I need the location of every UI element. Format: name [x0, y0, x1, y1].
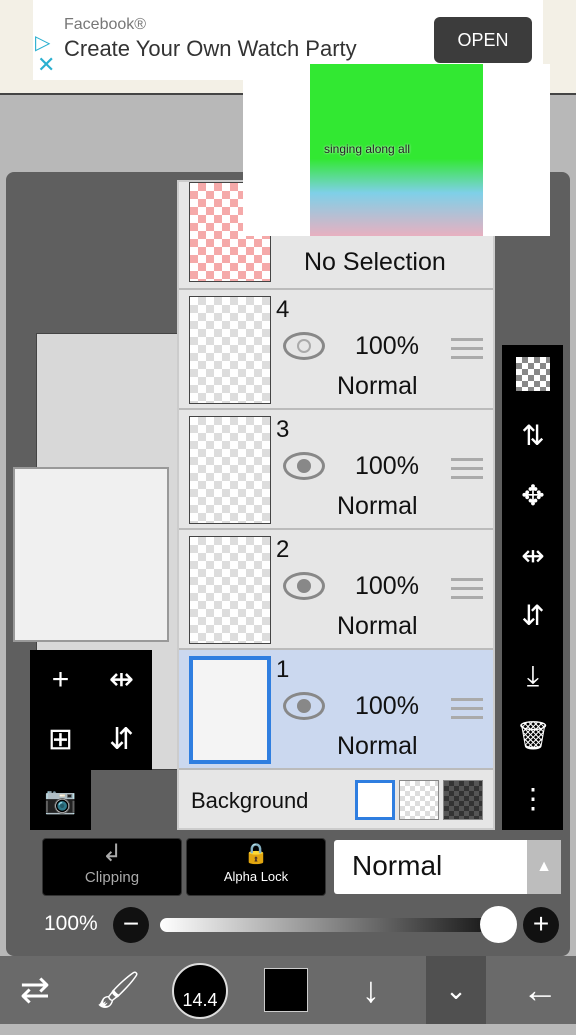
layer-thumbnail — [189, 536, 271, 644]
opacity-increase-button[interactable]: + — [523, 907, 559, 943]
layer-row-1[interactable]: 1 100% Normal — [179, 650, 493, 770]
layer-number: 1 — [276, 656, 290, 683]
dropdown-arrow-icon[interactable]: ▲ — [527, 840, 561, 894]
down-arrow-icon[interactable]: ↓ — [336, 956, 406, 1024]
background-white-swatch[interactable] — [355, 780, 395, 820]
flip-layer-vertical-icon[interactable]: ⇵ — [91, 710, 152, 770]
blend-mode-value: Normal — [352, 850, 443, 881]
eye-icon[interactable] — [283, 332, 325, 360]
drag-handle-icon[interactable] — [451, 698, 483, 720]
video-caption: singing along all — [324, 142, 411, 156]
layer-blend-mode: Normal — [337, 612, 418, 640]
background-row[interactable]: Background — [179, 770, 493, 830]
background-label: Background — [191, 788, 309, 813]
brush-size-button[interactable]: 14.4 — [172, 963, 228, 1019]
clipping-button[interactable]: ↲ Clipping — [42, 838, 182, 896]
blend-mode-dropdown[interactable]: Normal ▲ — [334, 840, 561, 894]
no-selection-label: No Selection — [304, 248, 446, 276]
duplicate-layer-icon[interactable]: ⊞ — [30, 710, 91, 770]
layer-row-2[interactable]: 2 100% Normal — [179, 530, 493, 650]
drag-handle-icon[interactable] — [451, 338, 483, 360]
background-transparent-swatch[interactable] — [399, 780, 439, 820]
eye-icon[interactable] — [283, 692, 325, 720]
layer-blend-mode: Normal — [337, 492, 418, 520]
right-toolbar: ⇅ ✥ ⇹ ⇵ ⤓ 🗑 ⋮ — [502, 345, 563, 830]
layer-blend-mode: Normal — [337, 732, 418, 760]
add-layer-icon[interactable]: + — [30, 650, 91, 710]
layer-row-3[interactable]: 3 100% Normal — [179, 410, 493, 530]
back-arrow-icon[interactable]: ← — [505, 956, 575, 1024]
transparency-icon[interactable] — [516, 357, 550, 391]
brush-eraser-swap-icon[interactable]: ⇄ — [0, 956, 70, 1024]
layer-thumbnail — [189, 656, 271, 764]
eye-icon[interactable] — [283, 452, 325, 480]
layer-blend-mode: Normal — [337, 372, 418, 400]
brush-icon[interactable]: 🖌 — [83, 956, 153, 1024]
flip-horizontal-icon[interactable]: ⇹ — [514, 537, 552, 575]
layer-swap-icon[interactable]: ⇅ — [514, 417, 552, 455]
merge-down-icon[interactable]: ⤓ — [514, 657, 552, 695]
drag-handle-icon[interactable] — [451, 458, 483, 480]
layer-row-4[interactable]: 4 100% Normal — [179, 290, 493, 410]
layer-thumbnail — [189, 296, 271, 404]
alpha-lock-button[interactable]: 🔒 Alpha Lock — [186, 838, 326, 896]
canvas-preview-thumbnail[interactable] — [13, 467, 169, 642]
ad-open-button[interactable]: OPEN — [434, 17, 532, 63]
flip-vertical-icon[interactable]: ⇵ — [514, 597, 552, 635]
opacity-slider[interactable] — [160, 918, 500, 932]
drag-handle-icon[interactable] — [451, 578, 483, 600]
eye-icon[interactable] — [283, 572, 325, 600]
collapse-icon[interactable]: ⌄ — [426, 956, 486, 1024]
opacity-label: 100% — [44, 912, 98, 935]
video-frame: singing along all — [310, 64, 483, 236]
alpha-lock-icon: 🔒 — [243, 843, 269, 865]
layer-number: 3 — [276, 416, 290, 443]
more-icon[interactable]: ⋮ — [514, 780, 552, 818]
bottom-toolbar: ⇄ 🖌 14.4 ↓ ⌄ ← — [0, 956, 576, 1024]
move-icon[interactable]: ✥ — [514, 477, 552, 515]
opacity-decrease-button[interactable]: − — [113, 907, 149, 943]
left-toolbar: + ⇹ ⊞ ⇵ — [30, 650, 152, 770]
color-swatch-button[interactable] — [264, 968, 308, 1012]
layer-opacity: 100% — [355, 572, 419, 600]
clipping-label: Clipping — [84, 869, 140, 886]
video-overlay[interactable]: singing along all — [243, 64, 550, 236]
close-ad-icon[interactable]: ✕ — [37, 52, 55, 78]
layer-list[interactable]: No Selection 4 100% Normal 3 100% Normal… — [177, 180, 495, 830]
ad-title[interactable]: Create Your Own Watch Party — [64, 36, 357, 62]
camera-icon: 📷 — [44, 785, 77, 815]
delete-icon[interactable]: 🗑 — [514, 717, 552, 755]
flip-layer-horizontal-icon[interactable]: ⇹ — [91, 650, 152, 710]
background-dark-swatch[interactable] — [443, 780, 483, 820]
opacity-slider-knob[interactable] — [480, 906, 517, 943]
ad-brand: Facebook® — [64, 16, 147, 33]
layer-number: 4 — [276, 296, 290, 323]
layer-number: 2 — [276, 536, 290, 563]
camera-button[interactable]: 📷 — [30, 770, 91, 830]
clipping-icon: ↲ — [101, 840, 123, 867]
layer-thumbnail — [189, 416, 271, 524]
layer-opacity: 100% — [355, 452, 419, 480]
layer-opacity: 100% — [355, 332, 419, 360]
layer-opacity: 100% — [355, 692, 419, 720]
alpha-lock-label: Alpha Lock — [223, 869, 289, 884]
